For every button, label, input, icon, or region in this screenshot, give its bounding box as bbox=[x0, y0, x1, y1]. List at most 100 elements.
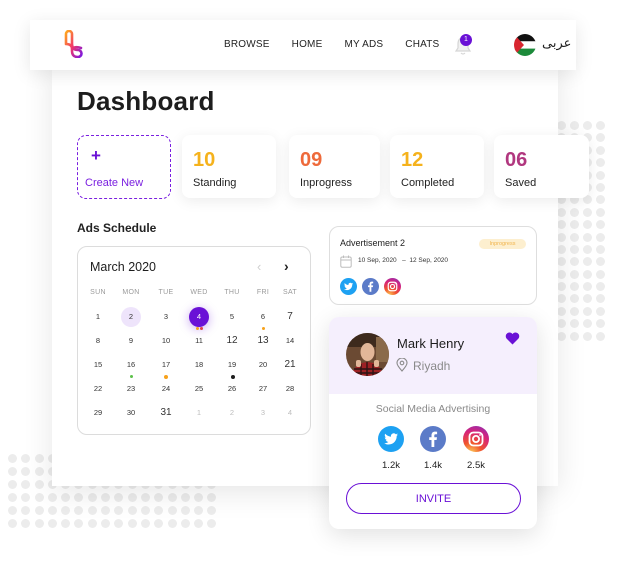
stat-card-standing[interactable]: 10 Standing bbox=[182, 135, 276, 198]
decorative-dot bbox=[596, 182, 605, 192]
weekday-label: SAT bbox=[283, 289, 297, 296]
calendar-day[interactable]: 3 bbox=[156, 307, 176, 327]
create-new-button[interactable]: + Create New bbox=[77, 135, 171, 199]
calendar-day[interactable]: 13 bbox=[253, 331, 273, 351]
calendar-day-outside[interactable]: 2 bbox=[222, 403, 242, 423]
stat-card-completed[interactable]: 12 Completed bbox=[390, 135, 484, 198]
decorative-dot bbox=[194, 493, 204, 502]
app-logo-icon[interactable] bbox=[60, 30, 86, 58]
calendar-day[interactable]: 6 bbox=[253, 307, 273, 327]
calendar-day[interactable]: 24 bbox=[156, 379, 176, 399]
calendar-day[interactable]: 1 bbox=[88, 307, 108, 327]
decorative-dot bbox=[570, 306, 579, 316]
weekday-header: SUN MON TUE WED THU FRI SAT bbox=[78, 285, 312, 307]
calendar-day[interactable]: 4 bbox=[189, 307, 209, 327]
calendar-day[interactable]: 14 bbox=[280, 331, 300, 351]
calendar-week: 1234567 bbox=[78, 307, 312, 331]
decorative-dot bbox=[101, 493, 111, 502]
heart-icon[interactable] bbox=[505, 332, 520, 345]
social-stat-instagram: 2.5k bbox=[461, 426, 491, 471]
stat-card-inprogress[interactable]: 09 Inprogress bbox=[289, 135, 380, 198]
calendar-day[interactable]: 31 bbox=[156, 403, 176, 423]
plus-icon: + bbox=[91, 146, 101, 165]
calendar-week: 8 9 10 11 12 13 14 bbox=[78, 331, 312, 355]
calendar-day[interactable]: 12 bbox=[222, 331, 242, 351]
stat-card-saved[interactable]: 06 Saved bbox=[494, 135, 589, 198]
calendar-day[interactable]: 21 bbox=[280, 355, 300, 375]
calendar-day[interactable]: 25 bbox=[189, 379, 209, 399]
decorative-dot bbox=[596, 282, 605, 292]
facebook-icon[interactable] bbox=[420, 426, 446, 452]
calendar-day[interactable]: 2 bbox=[121, 307, 141, 327]
calendar-day[interactable]: 26 bbox=[222, 379, 242, 399]
twitter-icon[interactable] bbox=[340, 278, 357, 295]
decorative-dot bbox=[596, 294, 605, 304]
decorative-dot bbox=[583, 282, 592, 292]
calendar-day[interactable]: 18 bbox=[189, 355, 209, 375]
chevron-right-icon[interactable]: › bbox=[284, 258, 289, 274]
decorative-dot bbox=[101, 506, 111, 515]
calendar: March 2020 ‹ › SUN MON TUE WED THU FRI SAT 1 2 3 4… bbox=[77, 246, 311, 435]
nav-my-ads[interactable]: MY ADS bbox=[344, 39, 383, 50]
advertisement-card[interactable]: Advertisement 2 Inprogress 10 Sep, 2020 … bbox=[329, 226, 537, 305]
decorative-dot bbox=[8, 467, 17, 476]
calendar-week: 22 23 24 25 26 27 28 bbox=[78, 379, 312, 403]
nav-home[interactable]: HOME bbox=[292, 39, 323, 50]
nav-browse[interactable]: BROWSE bbox=[224, 39, 270, 50]
chevron-left-icon[interactable]: ‹ bbox=[257, 259, 261, 274]
decorative-dot bbox=[583, 121, 592, 130]
decorative-dot bbox=[557, 306, 566, 316]
palestine-flag-icon[interactable] bbox=[514, 34, 536, 56]
calendar-day[interactable]: 8 bbox=[88, 331, 108, 351]
language-switch[interactable]: عربى bbox=[542, 36, 571, 51]
notification-badge: 1 bbox=[460, 34, 472, 46]
decorative-dot bbox=[21, 506, 31, 515]
calendar-day-outside[interactable]: 4 bbox=[280, 403, 300, 423]
calendar-day-outside[interactable]: 3 bbox=[253, 403, 273, 423]
invite-button[interactable]: INVITE bbox=[346, 483, 521, 514]
event-dot bbox=[200, 327, 203, 330]
weekday-label: MON bbox=[122, 289, 140, 296]
ad-start-date: 10 Sep, 2020 bbox=[358, 257, 397, 264]
decorative-dot bbox=[596, 232, 605, 242]
calendar-day[interactable]: 9 bbox=[121, 331, 141, 351]
calendar-day[interactable]: 7 bbox=[280, 307, 300, 327]
decorative-dot bbox=[34, 519, 44, 528]
calendar-day[interactable]: 29 bbox=[88, 403, 108, 423]
instagram-icon[interactable] bbox=[384, 278, 401, 295]
decorative-dot bbox=[127, 519, 137, 528]
nav-chats[interactable]: CHATS bbox=[405, 39, 439, 50]
decorative-dot bbox=[583, 331, 592, 341]
calendar-day[interactable]: 11 bbox=[189, 331, 209, 351]
stat-label: Inprogress bbox=[300, 177, 352, 189]
twitter-icon[interactable] bbox=[378, 426, 404, 452]
decorative-dot bbox=[47, 506, 57, 515]
calendar-day[interactable]: 17 bbox=[156, 355, 176, 375]
avatar[interactable] bbox=[346, 333, 389, 376]
calendar-day[interactable]: 15 bbox=[88, 355, 108, 375]
decorative-dot bbox=[557, 257, 566, 267]
decorative-dot bbox=[596, 133, 605, 143]
calendar-day-outside[interactable]: 1 bbox=[189, 403, 209, 423]
calendar-day[interactable]: 16 bbox=[121, 355, 141, 375]
decorative-dot bbox=[583, 269, 592, 279]
calendar-day[interactable]: 20 bbox=[253, 355, 273, 375]
calendar-day[interactable]: 23 bbox=[121, 379, 141, 399]
calendar-day[interactable]: 19 bbox=[222, 355, 242, 375]
decorative-dot bbox=[570, 207, 579, 217]
weekday-label: TUE bbox=[158, 289, 174, 296]
facebook-icon[interactable] bbox=[362, 278, 379, 295]
decorative-dot bbox=[167, 519, 177, 528]
calendar-day[interactable]: 22 bbox=[88, 379, 108, 399]
decorative-dot bbox=[596, 195, 605, 205]
calendar-day[interactable]: 28 bbox=[280, 379, 300, 399]
decorative-dot bbox=[583, 257, 592, 267]
calendar-day[interactable]: 10 bbox=[156, 331, 176, 351]
instagram-icon[interactable] bbox=[463, 426, 489, 452]
decorative-dot bbox=[34, 493, 44, 502]
calendar-day[interactable]: 27 bbox=[253, 379, 273, 399]
decorative-dot bbox=[596, 207, 605, 217]
location-pin-icon bbox=[396, 358, 408, 372]
calendar-day[interactable]: 30 bbox=[121, 403, 141, 423]
calendar-day[interactable]: 5 bbox=[222, 307, 242, 327]
